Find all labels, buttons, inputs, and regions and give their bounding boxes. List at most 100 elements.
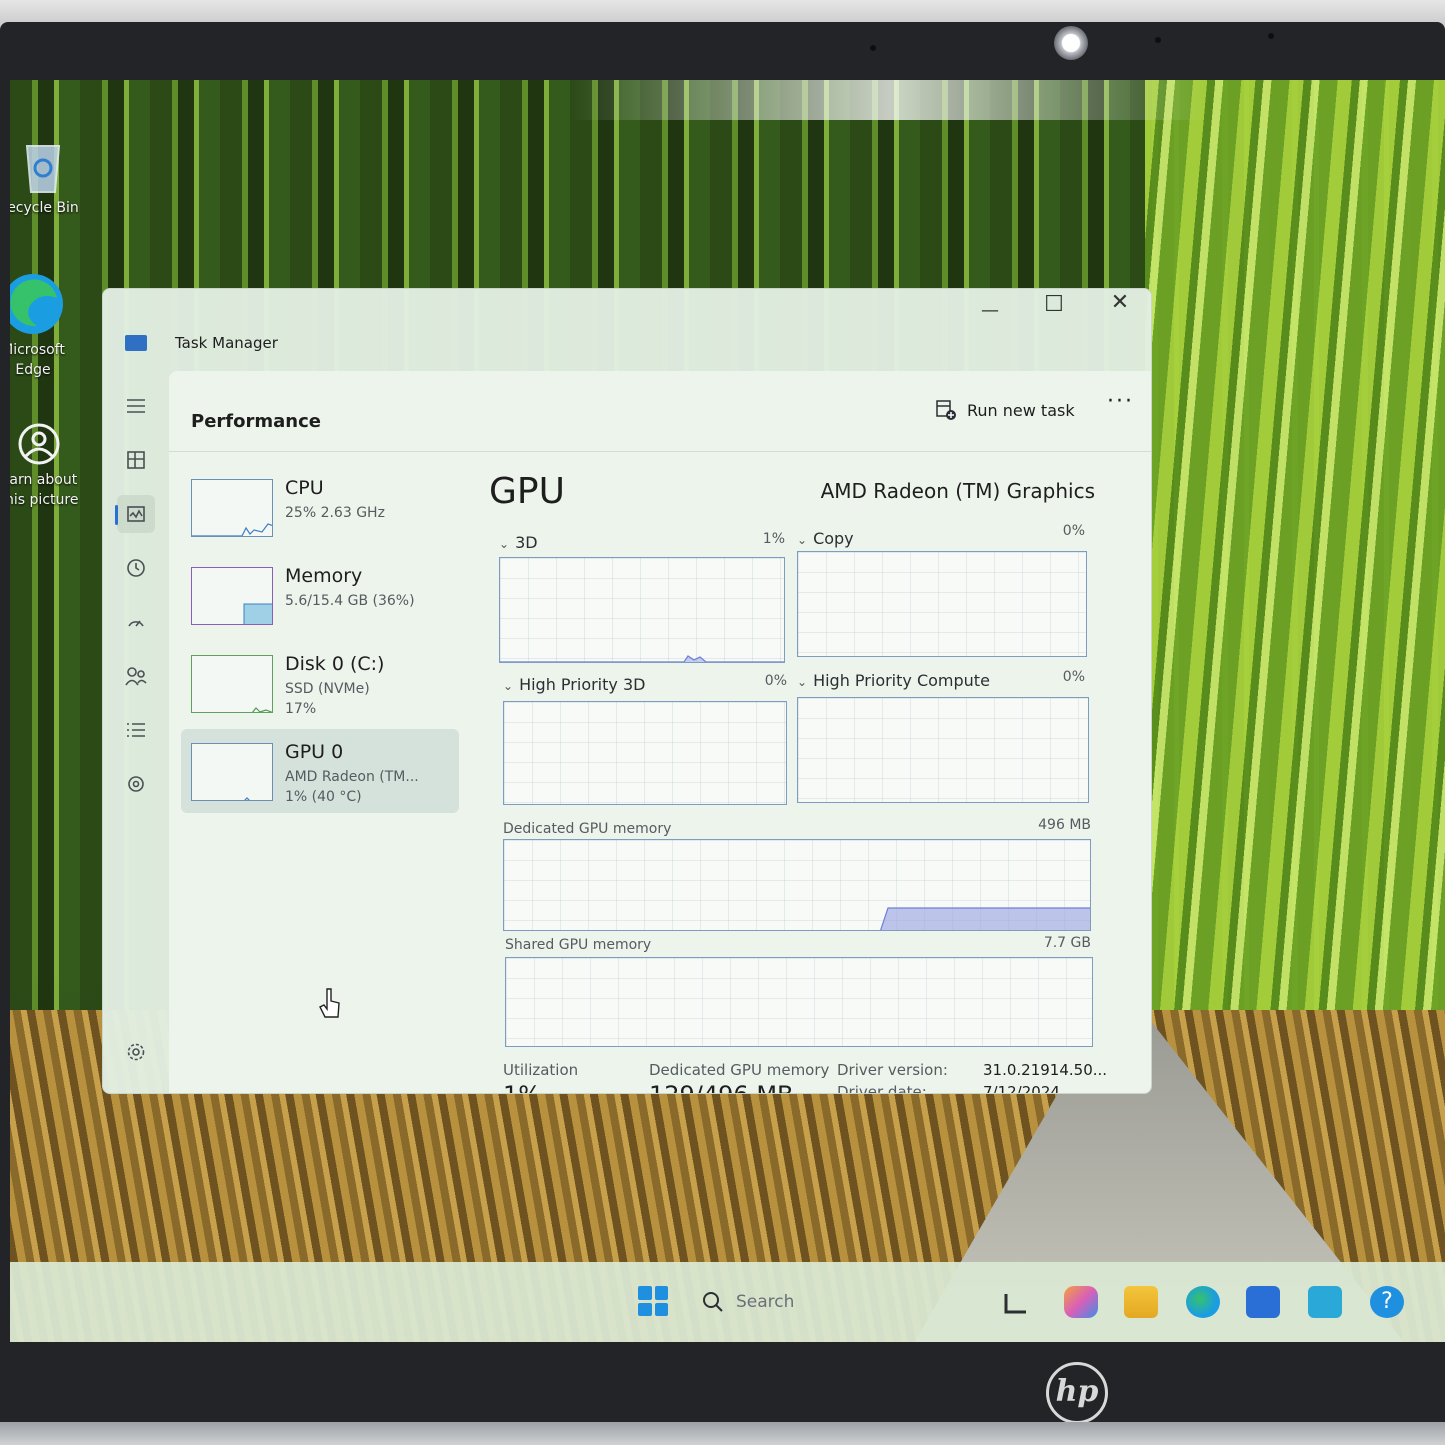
nav-details[interactable] bbox=[117, 711, 155, 749]
nav-app-history[interactable] bbox=[117, 549, 155, 587]
wallpaper-bamboo bbox=[1145, 80, 1445, 1080]
engine-label: High Priority Compute bbox=[813, 671, 990, 690]
performance-icon bbox=[127, 506, 145, 522]
details-list-icon bbox=[127, 723, 145, 737]
device-item-memory[interactable]: Memory 5.6/15.4 GB (36%) bbox=[181, 553, 459, 637]
engine-selector-3d[interactable]: ⌄ 3D bbox=[499, 533, 538, 552]
run-new-task-button[interactable]: Run new task bbox=[925, 393, 1085, 427]
minimize-button[interactable]: — bbox=[959, 291, 1021, 331]
performance-panel: Performance Run new task ··· CPU 25% 2.6… bbox=[169, 371, 1151, 1094]
desktop-icon-learn-about[interactable]: earn about this picture bbox=[10, 422, 84, 510]
device-detail: 25% 2.63 GHz bbox=[285, 505, 385, 521]
engine-value: 0% bbox=[1062, 523, 1085, 539]
gpu-thumbnail-graph bbox=[191, 743, 273, 801]
nav-processes[interactable] bbox=[117, 441, 155, 479]
file-explorer-icon[interactable] bbox=[1124, 1286, 1158, 1318]
services-puzzle-icon bbox=[128, 776, 144, 792]
taskbar-search[interactable]: Search bbox=[698, 1284, 958, 1320]
utilization-value: 1% bbox=[503, 1081, 541, 1093]
start-button[interactable] bbox=[638, 1286, 668, 1316]
search-placeholder: Search bbox=[736, 1292, 795, 1312]
page-title: Performance bbox=[191, 411, 321, 432]
chevron-down-icon: ⌄ bbox=[797, 533, 808, 547]
sensor-dot bbox=[870, 45, 876, 51]
users-icon bbox=[125, 667, 147, 686]
graph-3d bbox=[499, 557, 785, 663]
driver-version-label: Driver version: bbox=[837, 1061, 948, 1079]
engine-selector-copy[interactable]: ⌄ Copy bbox=[797, 529, 854, 548]
device-item-disk[interactable]: Disk 0 (C:) SSD (NVMe) 17% bbox=[181, 641, 459, 725]
graph-dedicated-memory bbox=[503, 839, 1091, 931]
gpu-heading: GPU bbox=[489, 471, 565, 512]
copilot-icon[interactable] bbox=[1064, 1286, 1098, 1318]
help-icon[interactable]: ? bbox=[1370, 1286, 1404, 1318]
startup-gauge-icon bbox=[128, 620, 144, 627]
disk-thumbnail-graph bbox=[191, 655, 273, 713]
graph-high-priority-3d bbox=[503, 701, 787, 805]
driver-date-label: Driver date: bbox=[837, 1083, 927, 1094]
gear-icon bbox=[127, 1043, 145, 1061]
hamburger-icon bbox=[127, 399, 145, 413]
desktop-icon-edge[interactable]: Microsoft Edge bbox=[10, 272, 78, 380]
engine-value: 1% bbox=[762, 531, 785, 547]
edge-icon[interactable] bbox=[1186, 1286, 1220, 1318]
device-detail: 17% bbox=[285, 701, 317, 717]
device-name: GPU 0 bbox=[285, 741, 344, 763]
desktop-icon-recycle-bin[interactable]: ecycle Bin bbox=[10, 136, 88, 218]
dedicated-memory-stat-label: Dedicated GPU memory bbox=[649, 1061, 830, 1079]
nav-performance[interactable] bbox=[117, 495, 155, 533]
myhp-icon[interactable] bbox=[1308, 1286, 1342, 1318]
device-detail: 5.6/15.4 GB (36%) bbox=[285, 593, 415, 609]
edge-icon bbox=[10, 274, 63, 334]
task-manager-window: Task Manager — ☐ ✕ Performance Run new t… bbox=[102, 288, 1152, 1094]
graph-copy bbox=[797, 551, 1087, 657]
sensor-dot bbox=[1268, 33, 1274, 39]
run-task-icon bbox=[936, 400, 956, 420]
hamburger-menu-button[interactable] bbox=[117, 387, 155, 425]
dedicated-memory-max: 496 MB bbox=[1038, 817, 1091, 833]
memory-thumbnail-graph bbox=[191, 567, 273, 625]
device-item-gpu[interactable]: GPU 0 AMD Radeon (TM... 1% (40 °C) bbox=[181, 729, 459, 813]
dedicated-memory-stat-value: 129/496 MB bbox=[649, 1081, 794, 1093]
shared-memory-max: 7.7 GB bbox=[1043, 935, 1091, 951]
header-divider bbox=[169, 451, 1151, 452]
nav-users[interactable] bbox=[117, 657, 155, 695]
search-icon bbox=[703, 1292, 723, 1312]
device-name: Disk 0 (C:) bbox=[285, 653, 385, 675]
desktop-icon-label: Microsoft Edge bbox=[10, 342, 65, 378]
chevron-down-icon: ⌄ bbox=[503, 679, 514, 693]
engine-value: 0% bbox=[764, 673, 787, 689]
task-manager-app-icon bbox=[125, 335, 147, 351]
recycle-bin-icon bbox=[25, 145, 61, 193]
gpu-model-name: AMD Radeon (TM) Graphics bbox=[820, 479, 1095, 503]
task-view-icon[interactable] bbox=[1000, 1286, 1034, 1318]
screen: ecycle Bin Microsoft Edge earn about thi… bbox=[10, 80, 1445, 1342]
window-title: Task Manager bbox=[175, 334, 278, 352]
laptop-base bbox=[0, 1422, 1445, 1445]
nav-startup-apps[interactable] bbox=[117, 603, 155, 641]
graph-high-priority-compute bbox=[797, 697, 1089, 803]
maximize-button[interactable]: ☐ bbox=[1023, 289, 1085, 325]
webcam-icon bbox=[1054, 26, 1088, 60]
engine-selector-high-priority-compute[interactable]: ⌄ High Priority Compute bbox=[797, 671, 990, 690]
engine-label: Copy bbox=[813, 529, 854, 548]
close-button[interactable]: ✕ bbox=[1089, 289, 1151, 323]
shared-memory-label: Shared GPU memory bbox=[505, 937, 652, 953]
device-list: CPU 25% 2.63 GHz Memory 5.6/15.4 GB (36%… bbox=[181, 465, 459, 817]
engine-label: High Priority 3D bbox=[519, 675, 646, 694]
nav-settings[interactable] bbox=[117, 1033, 155, 1071]
engine-selector-high-priority-3d[interactable]: ⌄ High Priority 3D bbox=[503, 675, 645, 694]
hand-cursor-icon bbox=[319, 988, 340, 1018]
device-name: CPU bbox=[285, 477, 324, 499]
driver-version-value: 31.0.21914.50... bbox=[983, 1061, 1108, 1079]
chevron-down-icon: ⌄ bbox=[499, 537, 510, 551]
graph-shared-memory bbox=[505, 957, 1093, 1047]
chevron-down-icon: ⌄ bbox=[797, 675, 808, 689]
nav-services[interactable] bbox=[117, 765, 155, 803]
device-item-cpu[interactable]: CPU 25% 2.63 GHz bbox=[181, 465, 459, 549]
more-options-button[interactable]: ··· bbox=[1099, 387, 1142, 416]
utilization-label: Utilization bbox=[503, 1061, 579, 1079]
person-circle-icon bbox=[18, 423, 60, 465]
store-icon[interactable] bbox=[1246, 1286, 1280, 1318]
device-detail: SSD (NVMe) bbox=[285, 681, 370, 697]
